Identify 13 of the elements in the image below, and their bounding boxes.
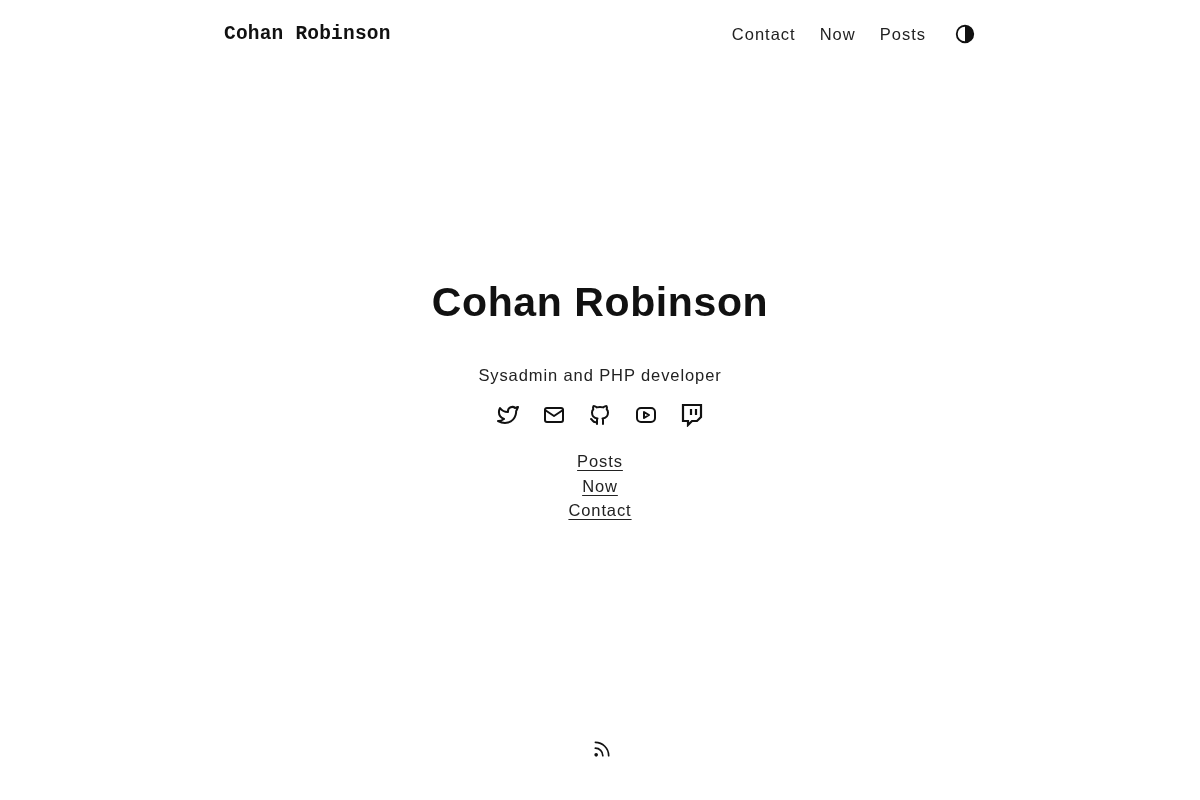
rss-icon[interactable] [591,739,612,759]
page-link[interactable]: Contact [568,498,632,523]
tagline: Sysadmin and PHP developer [478,366,722,386]
github-icon[interactable] [588,403,612,428]
page-link[interactable]: Now [582,473,618,499]
page-title: Cohan Robinson [431,279,769,327]
site-logo[interactable]: Cohan Robinson [224,23,391,45]
nav-link[interactable]: Now [819,24,856,44]
page-link[interactable]: Posts [577,449,623,474]
twitch-icon[interactable] [680,403,704,428]
theme-toggle-icon[interactable] [954,23,976,45]
nav-link[interactable]: Contact [731,24,796,44]
nav-link[interactable]: Posts [879,24,926,44]
